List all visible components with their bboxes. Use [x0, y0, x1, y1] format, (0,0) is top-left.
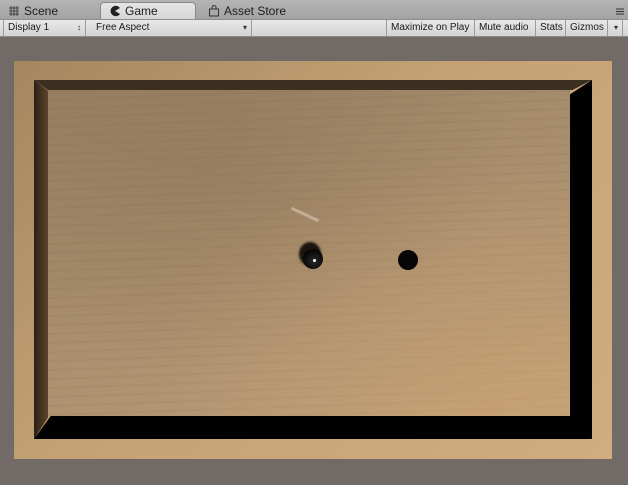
tab-game[interactable]: Game: [100, 2, 196, 19]
gizmos-label: Gizmos: [570, 22, 604, 33]
mute-audio-label: Mute audio: [479, 22, 529, 33]
tab-game-label: Game: [125, 4, 158, 18]
gizmos-dropdown-arrow[interactable]: ▾: [608, 20, 623, 36]
board-wall-left: [34, 80, 48, 439]
tab-asset-store[interactable]: Asset Store: [200, 2, 330, 19]
tab-scene-label: Scene: [24, 3, 59, 18]
tab-asset-store-label: Asset Store: [224, 3, 287, 18]
gizmos-toggle[interactable]: Gizmos: [566, 20, 608, 36]
mute-audio-toggle[interactable]: Mute audio: [475, 20, 536, 36]
unity-editor-window: Scene Game Asset Store Display 1 ↕ Free …: [0, 0, 628, 485]
board-wall-top: [34, 80, 592, 90]
updown-arrow-icon: ↕: [77, 23, 81, 32]
aspect-dropdown-label: Free Aspect: [96, 22, 150, 33]
display-dropdown[interactable]: Display 1 ↕: [3, 20, 86, 36]
goal-hole: [398, 250, 418, 270]
pacman-icon: [109, 5, 121, 17]
board-wall-right: [570, 80, 592, 439]
stats-toggle[interactable]: Stats: [536, 20, 566, 36]
maximize-on-play-toggle[interactable]: Maximize on Play: [386, 20, 475, 36]
tab-strip: Scene Game Asset Store: [0, 0, 628, 20]
grid-icon: [8, 5, 20, 17]
bag-icon: [208, 4, 220, 17]
maximize-on-play-label: Maximize on Play: [391, 22, 470, 33]
chevron-down-icon: ▾: [242, 23, 247, 32]
game-viewport[interactable]: [0, 37, 628, 485]
tab-scene[interactable]: Scene: [0, 2, 92, 19]
chevron-down-icon: ▾: [613, 23, 618, 32]
aspect-dropdown[interactable]: Free Aspect ▾: [92, 20, 252, 36]
board-wall-bottom: [34, 416, 592, 439]
display-dropdown-label: Display 1: [8, 22, 50, 33]
stats-label: Stats: [540, 22, 563, 33]
ball-highlight: [313, 259, 316, 262]
tab-menu-icon[interactable]: [615, 6, 625, 16]
game-toolbar: Display 1 ↕ Free Aspect ▾ Maximize on Pl…: [0, 20, 628, 37]
